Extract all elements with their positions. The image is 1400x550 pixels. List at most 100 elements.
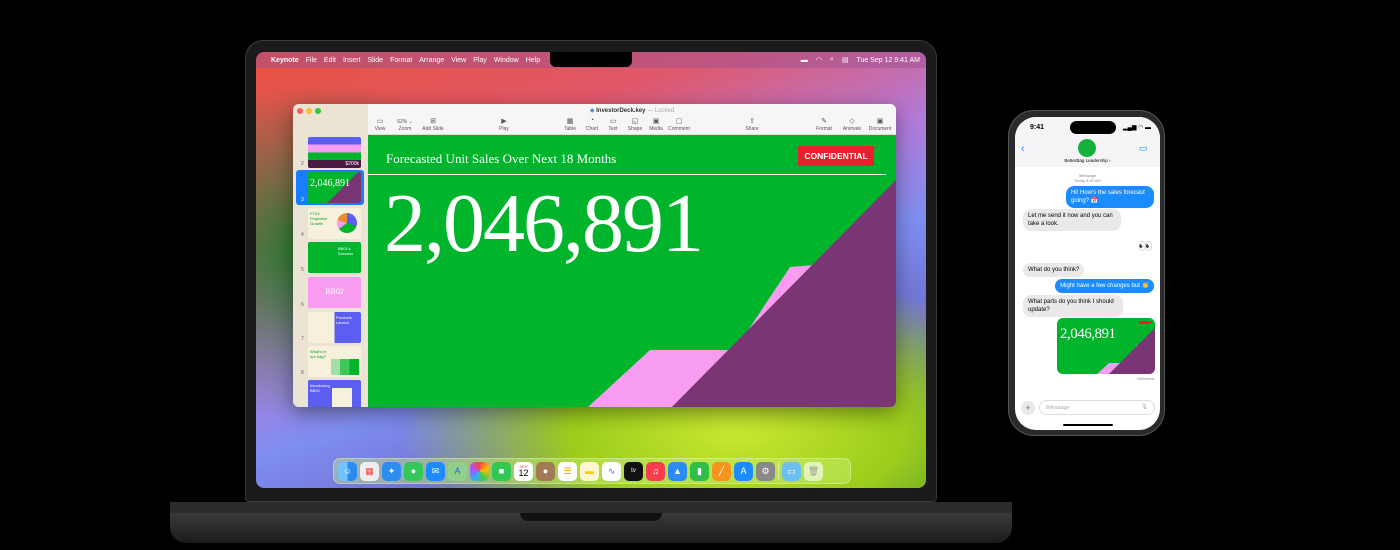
calendar-icon[interactable]: SEP 12 [514,461,533,481]
message-bubble-received[interactable]: What parts do you think I should update? [1023,295,1123,318]
facetime-video-icon[interactable]: ▭ [1139,143,1148,154]
menu-file[interactable]: File [306,57,317,64]
slide-number: 2 [301,161,304,167]
safari-icon[interactable]: ✦ [382,461,401,481]
menu-clock[interactable]: Tue Sep 12 9:41 AM [856,57,920,64]
music-icon[interactable]: ♫ [646,461,665,481]
keynote-file-icon: ◆ [589,108,595,114]
contacts-icon[interactable]: ● [536,461,555,481]
slide-thumb-5[interactable]: BB01's Success [308,242,361,273]
slide-number: 5 [301,267,304,273]
finder-icon[interactable]: ☺ [338,461,357,481]
slide-thumb-4[interactable]: FY24 Projected Growth [308,208,361,239]
slide-thumb-9[interactable]: Introducing BB02 [308,380,361,407]
group-avatar[interactable] [1078,139,1096,157]
reminders-icon[interactable]: ☰ [558,461,577,481]
keynote-window: $200k 2 2,046,891 3 FY24 Projected Growt… [293,104,896,407]
comment-button[interactable]: ▢ Comment [664,117,694,132]
document-icon: ▣ [876,118,884,125]
slide-number: 8 [301,370,304,376]
format-button[interactable]: ✎ Format [809,117,839,132]
iphone: 9:41 ▂▄▆ ◠ ▬ ‹ BetterBag Leadership › ▭ … [1008,110,1165,436]
facetime-icon[interactable]: ■ [492,461,511,481]
message-bubble-received[interactable]: What do you think? [1023,263,1085,278]
photos-icon[interactable] [470,461,489,481]
dock: ☺ ▦ ✦ ● ✉ A ■ SEP 12 ● ☰ ▬ ∿ tv ♫ ▲ ▮ ╱ A… [333,458,851,484]
confidential-badge: CONFIDENTIAL [798,146,874,166]
camera-notch [550,52,632,67]
tv-icon[interactable]: tv [624,461,643,481]
keynote-icon[interactable]: ▲ [668,461,687,481]
animate-icon: ◇ [849,118,855,125]
zoom-dropdown[interactable]: 62% ⌄ Zoom [390,117,420,132]
search-icon[interactable]: ⌕ [830,56,834,64]
plus-button[interactable]: + [1021,401,1035,415]
menu-slide[interactable]: Slide [367,57,383,64]
slide-number: 4 [301,232,304,238]
menu-format[interactable]: Format [390,57,412,64]
contact-name[interactable]: BetterBag Leadership › [1015,158,1160,163]
wifi-icon[interactable]: ◠ [816,56,822,64]
menu-play[interactable]: Play [473,57,487,64]
document-button[interactable]: ▣ Document [865,117,895,132]
mac-screen: Keynote File Edit Insert Slide Format Ar… [256,52,926,488]
message-bubble-received[interactable]: Let me send it now and you can take a lo… [1023,209,1121,232]
menu-app[interactable]: Keynote [271,57,299,64]
zoom-button[interactable] [315,108,321,114]
animate-button[interactable]: ◇ Animate [837,117,867,132]
slide-thumb-6[interactable]: BB02 [308,277,361,308]
share-button[interactable]: ⇪ Share [737,117,767,132]
bag-graphic [332,388,352,407]
slide-thumb-2[interactable]: $200k [308,137,361,168]
back-chevron-icon[interactable]: ‹ [1021,143,1025,155]
message-input[interactable]: iMessage 🎙 [1039,400,1155,415]
maps-icon[interactable]: A [448,461,467,481]
messages-screen: 9:41 ▂▄▆ ◠ ▬ ‹ BetterBag Leadership › ▭ … [1015,117,1160,430]
notes-icon[interactable]: ▬ [580,461,599,481]
slide-thumb-7[interactable]: Products Launch [308,312,361,343]
control-center-icon[interactable]: ▤ [842,56,849,64]
message-bubble-sent[interactable]: Might have a few changes but 👏 [1055,279,1154,294]
document-title: ◆ InvestorDeck.key — Locked [589,108,675,114]
status-icons: ▂▄▆ ◠ ▬ [1123,125,1152,131]
slide-number: 7 [301,336,304,342]
close-button[interactable] [297,108,303,114]
menu-edit[interactable]: Edit [324,57,336,64]
battery-icon[interactable]: ▬ [801,57,808,64]
numbers-icon[interactable]: ▮ [690,461,709,481]
slide-canvas[interactable]: Forecasted Unit Sales Over Next 18 Month… [368,135,896,407]
share-icon: ⇪ [749,118,755,125]
pages-icon[interactable]: ╱ [712,461,731,481]
freeform-icon[interactable]: ∿ [602,461,621,481]
downloads-folder-icon[interactable]: ▭ [782,461,801,481]
slide-thumb-8[interactable]: What's in our bag? [308,346,361,377]
unit-sales-number: 2,046,891 [384,177,704,270]
attachment-number: 2,046,891 [1060,326,1116,342]
slide-navigator: $200k 2 2,046,891 3 FY24 Projected Growt… [293,104,368,407]
add-slide-button[interactable]: ⊞ Add Slide [418,117,448,132]
launchpad-icon[interactable]: ▦ [360,461,379,481]
slide-number: 3 [301,197,304,203]
messages-icon[interactable]: ● [404,461,423,481]
message-bubble-sent[interactable]: Hi! How's the sales forecast going? 📅 [1066,186,1154,209]
dynamic-island [1070,121,1116,134]
play-button[interactable]: ▶ Play [489,117,519,132]
menu-help[interactable]: Help [526,57,540,64]
microphone-icon[interactable]: 🎙 [1141,404,1148,410]
menu-view[interactable]: View [451,57,466,64]
slide-title: Forecasted Unit Sales Over Next 18 Month… [386,151,617,166]
message-emoji[interactable]: 👀 [1133,235,1158,257]
menu-window[interactable]: Window [494,57,519,64]
slide-attachment[interactable]: 2,046,891 [1057,318,1155,374]
menu-arrange[interactable]: Arrange [419,57,444,64]
pie-graphic [337,213,357,233]
mail-icon[interactable]: ✉ [426,461,445,481]
slide-number: 6 [301,302,304,308]
system-settings-icon[interactable]: ⚙ [756,461,775,481]
minimize-button[interactable] [306,108,312,114]
slide-thumb-3[interactable]: 2,046,891 [308,172,361,203]
menu-insert[interactable]: Insert [343,57,361,64]
home-indicator [1063,424,1113,426]
app-store-icon[interactable]: A [734,461,753,481]
trash-icon[interactable]: 🗑 [804,461,823,481]
